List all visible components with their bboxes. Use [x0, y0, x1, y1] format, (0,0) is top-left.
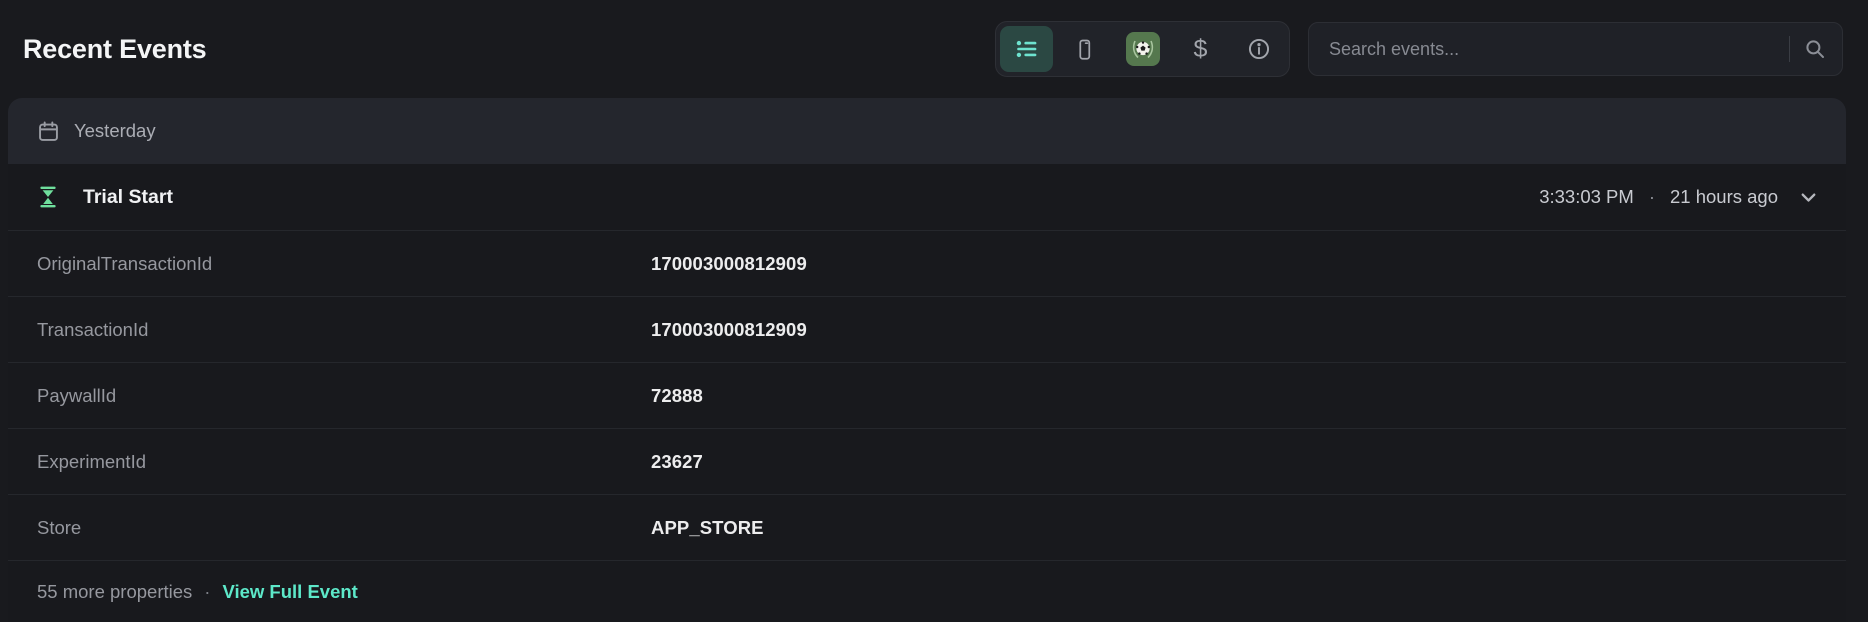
device-view-button[interactable] — [1058, 26, 1111, 72]
property-value: 170003000812909 — [651, 253, 1846, 275]
property-key: PaywallId — [37, 385, 651, 407]
dot-separator: · — [1649, 186, 1655, 208]
top-bar-right: $ — [995, 21, 1843, 77]
event-left: Trial Start — [37, 185, 173, 209]
property-value: 23627 — [651, 451, 1846, 473]
top-bar: Recent Events — [0, 0, 1868, 98]
event-title: Trial Start — [83, 186, 173, 209]
event-time-group: 3:33:03 PM · 21 hours ago — [1539, 186, 1820, 209]
info-icon — [1247, 37, 1271, 61]
property-key: OriginalTransactionId — [37, 253, 651, 275]
date-group-header: Yesterday — [8, 98, 1846, 164]
property-key: TransactionId — [37, 319, 651, 341]
dot-separator: · — [204, 581, 210, 603]
view-full-event-link[interactable]: View Full Event — [222, 581, 357, 603]
page-title: Recent Events — [23, 34, 206, 65]
chevron-down-icon[interactable] — [1797, 186, 1820, 209]
property-value: 72888 — [651, 385, 1846, 407]
property-value: APP_STORE — [651, 517, 1846, 539]
property-row: Store APP_STORE — [8, 494, 1846, 560]
calendar-icon — [37, 120, 60, 143]
info-button[interactable] — [1232, 26, 1285, 72]
property-value: 170003000812909 — [651, 319, 1846, 341]
property-row: TransactionId 170003000812909 — [8, 296, 1846, 362]
recent-events-screen: Recent Events — [0, 0, 1868, 622]
app-logo-icon — [1126, 32, 1160, 66]
search-box — [1308, 22, 1843, 76]
event-row[interactable]: Trial Start 3:33:03 PM · 21 hours ago — [8, 164, 1846, 230]
view-toolbar: $ — [995, 21, 1290, 77]
list-view-button[interactable] — [1000, 26, 1053, 72]
dollar-icon: $ — [1194, 37, 1208, 62]
event-timestamp: 3:33:03 PM — [1539, 186, 1634, 208]
events-card: Yesterday Trial Start 3:33:03 PM · 21 ho… — [8, 98, 1846, 622]
date-group-label: Yesterday — [74, 120, 156, 142]
property-key: Store — [37, 517, 651, 539]
property-key: ExperimentId — [37, 451, 651, 473]
property-row: PaywallId 72888 — [8, 362, 1846, 428]
search-divider — [1789, 36, 1790, 62]
revenue-view-button[interactable]: $ — [1174, 26, 1227, 72]
app-view-button[interactable] — [1116, 26, 1169, 72]
phone-icon — [1073, 38, 1096, 61]
search-icon[interactable] — [1804, 38, 1826, 60]
property-row: ExperimentId 23627 — [8, 428, 1846, 494]
more-properties-text: 55 more properties — [37, 581, 192, 603]
event-relative-time: 21 hours ago — [1670, 186, 1778, 208]
event-footer: 55 more properties · View Full Event — [8, 560, 1846, 622]
search-input[interactable] — [1329, 39, 1781, 60]
hourglass-icon — [37, 185, 59, 209]
list-icon — [1015, 37, 1039, 61]
property-row: OriginalTransactionId 170003000812909 — [8, 230, 1846, 296]
